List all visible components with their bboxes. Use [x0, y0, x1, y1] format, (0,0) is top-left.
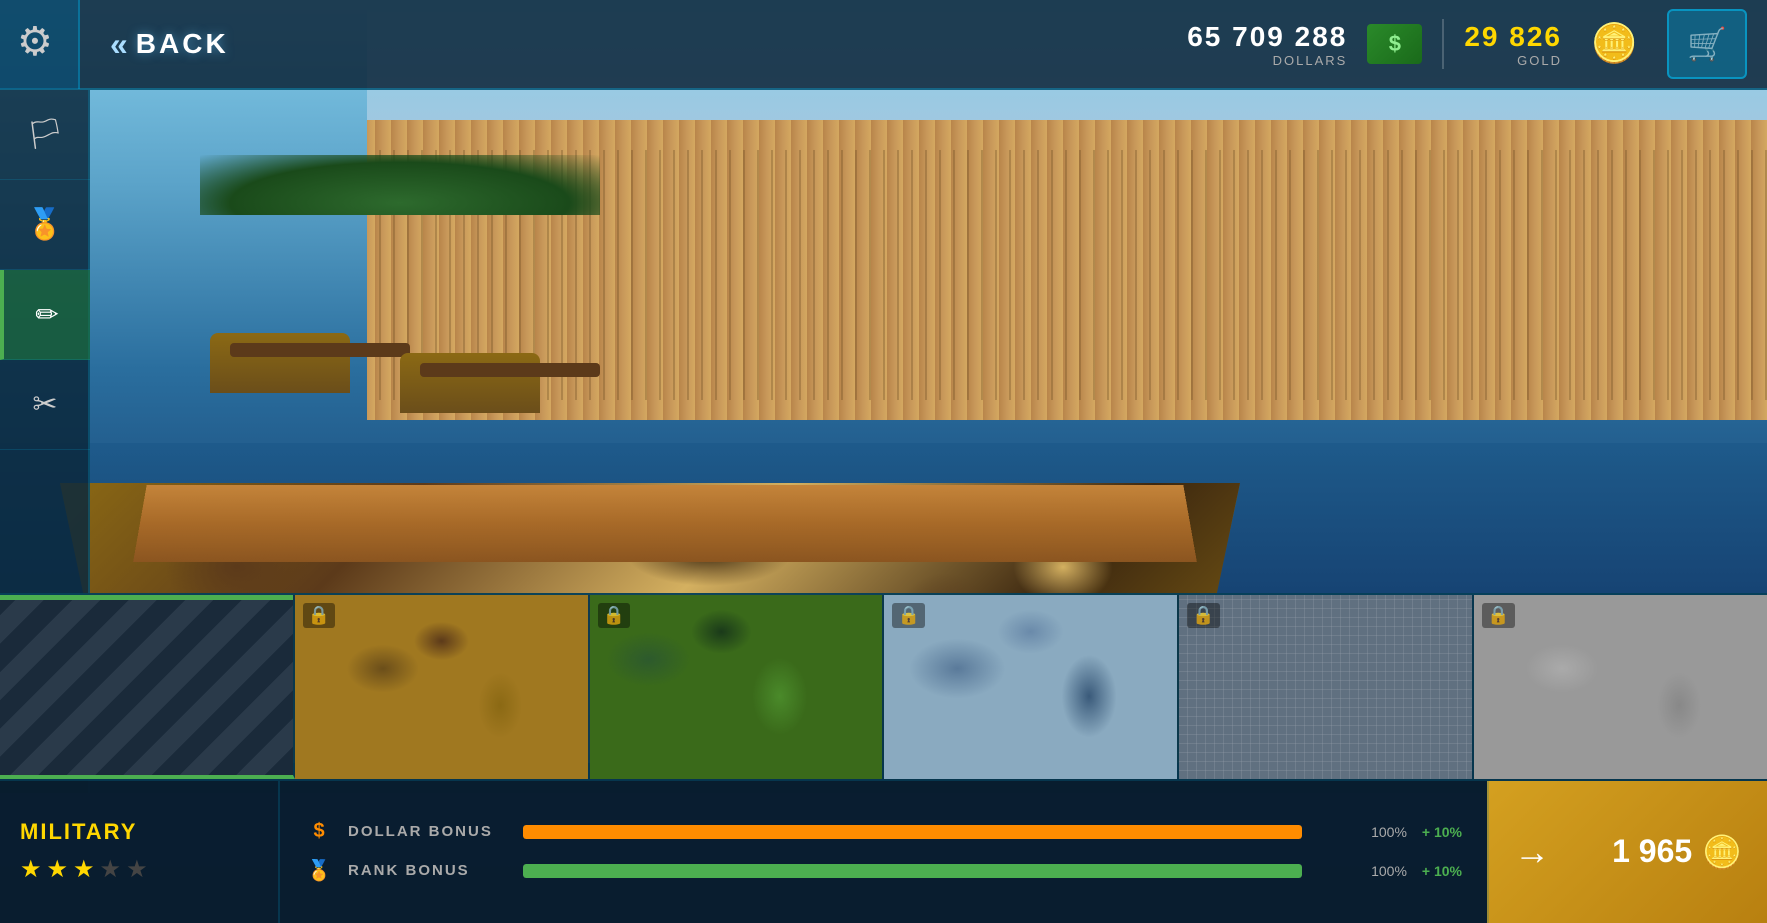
gold-display: 29 826 GOLD: [1464, 21, 1562, 68]
gear-icon: ⚙: [17, 22, 61, 66]
camo-preview-jungle: [590, 595, 883, 779]
camo-row: 🔒 🔒 🔒 🔒 🔒: [0, 595, 1767, 779]
buy-price: 1 965 🪙: [1612, 833, 1742, 871]
bottom-panel: 🔒 🔒 🔒 🔒 🔒 MILITARY ★ ★: [0, 593, 1767, 923]
lock-icon-ghost: 🔒: [1482, 603, 1514, 628]
currency-divider: [1442, 19, 1444, 69]
rear-turret: [400, 353, 540, 413]
buy-amount: 1 965: [1612, 833, 1692, 870]
back-label: BACK: [136, 28, 229, 60]
header: ⚙ « BACK 65 709 288 DOLLARS $ 29 826 GOL…: [0, 0, 1767, 90]
info-row: MILITARY ★ ★ ★ ★ ★ $ DOLLAR BONUS 100% +…: [0, 779, 1767, 923]
back-button[interactable]: « BACK: [80, 26, 259, 63]
sidebar-item-flag[interactable]: 🏳: [0, 90, 90, 180]
star-5-empty: ★: [126, 855, 148, 884]
dollar-bonus-value: + 10%: [1422, 824, 1462, 840]
rank-bonus-bar-container: [523, 864, 1302, 878]
lock-icon-arctic: 🔒: [892, 603, 924, 628]
camo-preview-digital: [1179, 595, 1472, 779]
stars-row: ★ ★ ★ ★ ★: [20, 855, 258, 884]
camo-item-arctic[interactable]: 🔒: [884, 595, 1179, 779]
camo-item-desert[interactable]: 🔒: [295, 595, 590, 779]
trees: [200, 155, 600, 215]
gold-amount: 29 826: [1464, 21, 1562, 53]
flag-icon: 🏳: [26, 117, 64, 152]
gold-label: GOLD: [1517, 53, 1562, 68]
dollars-display: 65 709 288 DOLLARS: [1187, 21, 1347, 68]
camo-item-jungle[interactable]: 🔒: [590, 595, 885, 779]
camo-item-digital[interactable]: 🔒: [1179, 595, 1474, 779]
rank-bonus-percent: 100%: [1317, 863, 1407, 879]
dollar-icon: $: [1367, 24, 1422, 64]
cart-button[interactable]: 🛒: [1667, 9, 1747, 79]
camo-item-ghost[interactable]: 🔒: [1474, 595, 1767, 779]
back-arrows-icon: «: [110, 26, 122, 63]
camo-name-label: MILITARY: [20, 819, 258, 845]
rank-bonus-bar-fill: [523, 864, 1302, 878]
decal-icon: ✂: [32, 387, 57, 422]
star-4-empty: ★: [100, 855, 122, 884]
settings-button[interactable]: ⚙: [0, 0, 80, 89]
dollar-bonus-label: DOLLAR BONUS: [348, 823, 508, 840]
sidebar-item-decal[interactable]: ✂: [0, 360, 90, 450]
stat-rank-bonus: 🏅 RANK BONUS 100% + 10%: [305, 858, 1462, 883]
front-turret: [210, 333, 350, 393]
ship-superstructure: [150, 313, 750, 513]
buy-gold-icon: 🪙: [1702, 833, 1742, 871]
dollar-bonus-percent: 100%: [1317, 824, 1407, 840]
lock-icon-jungle: 🔒: [598, 603, 630, 628]
camo-info-left: MILITARY ★ ★ ★ ★ ★: [0, 781, 280, 923]
camo-preview-ghost: [1474, 595, 1767, 779]
stats-area: $ DOLLAR BONUS 100% + 10% 🏅 RANK BONUS 1…: [280, 781, 1487, 923]
rank-bonus-value: + 10%: [1422, 863, 1462, 879]
buy-button[interactable]: → 1 965 🪙: [1487, 781, 1767, 923]
camo-item-military[interactable]: [0, 595, 295, 779]
rank-bonus-label: RANK BONUS: [348, 862, 508, 879]
camo-preview-desert: [295, 595, 588, 779]
star-3: ★: [73, 855, 95, 884]
rank-stat-icon: 🏅: [305, 858, 333, 883]
stat-dollar-bonus: $ DOLLAR BONUS 100% + 10%: [305, 820, 1462, 843]
dollars-amount: 65 709 288: [1187, 21, 1347, 53]
sidebar-item-camo[interactable]: ✏: [0, 270, 90, 360]
star-1: ★: [20, 855, 42, 884]
buy-arrow-icon: →: [1514, 831, 1550, 873]
dollars-label: DOLLARS: [1273, 53, 1348, 68]
lock-icon-digital: 🔒: [1187, 603, 1219, 628]
dollar-stat-icon: $: [305, 820, 333, 843]
dollar-bonus-bar-container: [523, 825, 1302, 839]
lock-icon-desert: 🔒: [303, 603, 335, 628]
badge-icon: 🏅: [26, 207, 63, 242]
sidebar-item-badge[interactable]: 🏅: [0, 180, 90, 270]
currency-area: 65 709 288 DOLLARS $ 29 826 GOLD 🪙 🛒: [1187, 9, 1767, 79]
camo-preview-military: [0, 595, 293, 775]
selected-indicator: [0, 595, 293, 600]
camo-preview-arctic: [884, 595, 1177, 779]
dollar-bonus-bar-fill: [523, 825, 1302, 839]
cart-icon: 🛒: [1687, 25, 1727, 63]
gold-icon: 🪙: [1582, 17, 1647, 72]
paint-icon: ✏: [35, 298, 58, 331]
star-2: ★: [47, 855, 69, 884]
